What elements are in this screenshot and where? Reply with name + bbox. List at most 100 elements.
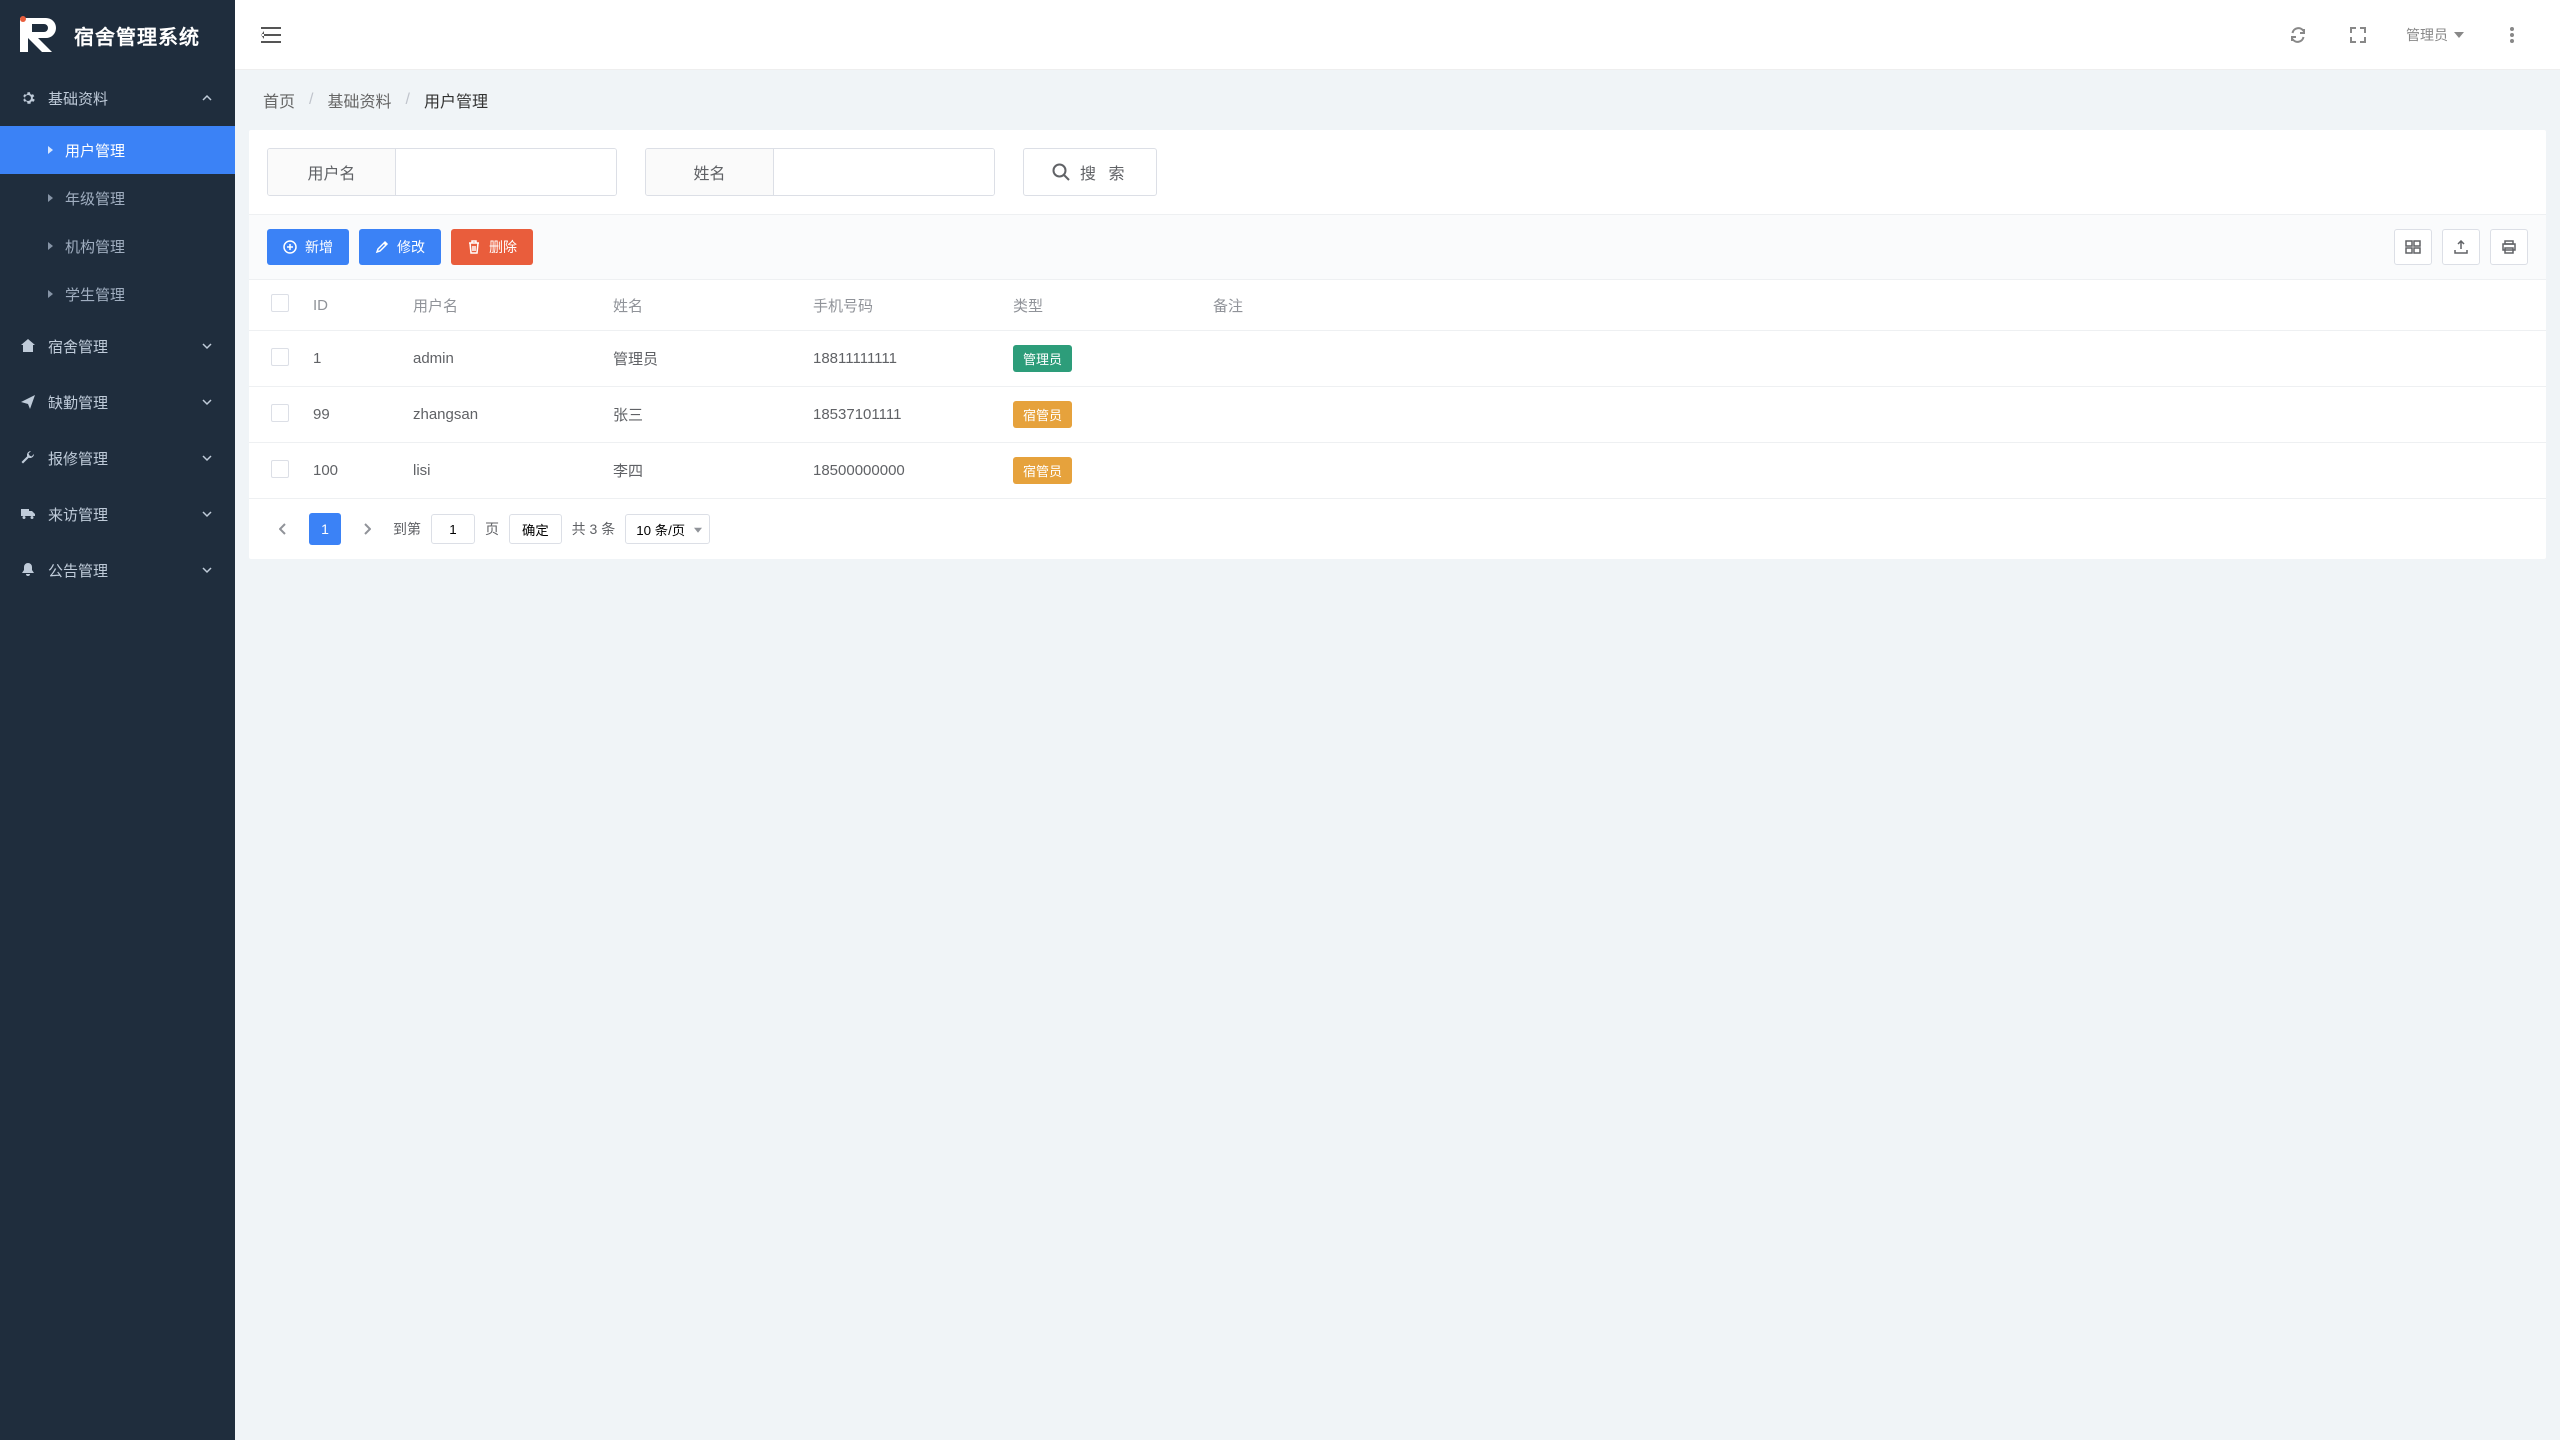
more-icon[interactable] — [2492, 15, 2532, 55]
select-all-checkbox[interactable] — [271, 294, 289, 312]
cell-phone: 18500000000 — [801, 443, 1001, 499]
refresh-icon[interactable] — [2278, 15, 2318, 55]
cell-name: 李四 — [601, 443, 801, 499]
username-input[interactable] — [396, 149, 616, 195]
cell-phone: 18811111111 — [801, 331, 1001, 387]
breadcrumb-home[interactable]: 首页 — [263, 88, 295, 112]
sidebar-item-label: 缺勤管理 — [48, 392, 108, 413]
page-size-select[interactable]: 10 条/页 — [625, 514, 710, 544]
edit-button[interactable]: 修改 — [359, 229, 441, 265]
sidebar-item-2[interactable]: 缺勤管理 — [0, 374, 235, 430]
sidebar-item-label: 机构管理 — [65, 236, 125, 257]
toolbar: 新增 修改 删除 — [249, 214, 2546, 280]
cell-name: 管理员 — [601, 331, 801, 387]
chevron-down-icon — [2454, 32, 2464, 38]
sidebar-item-label: 用户管理 — [65, 140, 125, 161]
sidebar-item-0[interactable]: 基础资料 — [0, 70, 235, 126]
goto-prefix: 到第 — [393, 519, 421, 539]
goto-input[interactable] — [431, 514, 475, 544]
cell-remark — [1201, 387, 2546, 443]
user-dropdown[interactable]: 管理员 — [2398, 25, 2472, 45]
chevron-icon — [201, 507, 215, 521]
cell-name: 张三 — [601, 387, 801, 443]
row-checkbox[interactable] — [271, 404, 289, 422]
content-panel: 用户名 姓名 搜 索 新增 — [249, 130, 2546, 559]
cell-type: 宿管员 — [1001, 443, 1201, 499]
truck-icon — [20, 506, 36, 522]
cell-type: 宿管员 — [1001, 387, 1201, 443]
cell-id: 100 — [301, 443, 401, 499]
fullscreen-icon[interactable] — [2338, 15, 2378, 55]
delete-label: 删除 — [489, 237, 517, 257]
cell-username: admin — [401, 331, 601, 387]
caret-icon — [48, 242, 53, 250]
sidebar-item-label: 宿舍管理 — [48, 336, 108, 357]
user-label: 管理员 — [2406, 25, 2448, 45]
toggle-sidebar-button[interactable] — [255, 19, 287, 51]
sidebar-item-3[interactable]: 报修管理 — [0, 430, 235, 486]
delete-button[interactable]: 删除 — [451, 229, 533, 265]
type-badge: 宿管员 — [1013, 457, 1072, 484]
print-button[interactable] — [2490, 229, 2528, 265]
table-row[interactable]: 1admin管理员18811111111管理员 — [249, 331, 2546, 387]
topbar: 管理员 — [235, 0, 2560, 70]
col-name[interactable]: 姓名 — [601, 280, 801, 331]
sidebar-subitem-0-0[interactable]: 用户管理 — [0, 126, 235, 174]
sidebar-item-5[interactable]: 公告管理 — [0, 542, 235, 598]
app-title: 宿舍管理系统 — [74, 21, 200, 50]
sidebar: 宿舍管理系统 基础资料用户管理年级管理机构管理学生管理宿舍管理缺勤管理报修管理来… — [0, 0, 235, 1440]
chevron-icon — [201, 91, 215, 105]
col-phone[interactable]: 手机号码 — [801, 280, 1001, 331]
goto-suffix: 页 — [485, 519, 499, 539]
name-field-wrap: 姓名 — [645, 148, 995, 196]
add-button[interactable]: 新增 — [267, 229, 349, 265]
name-input[interactable] — [774, 149, 994, 195]
caret-icon — [48, 290, 53, 298]
search-button-label: 搜 索 — [1080, 160, 1128, 184]
row-checkbox[interactable] — [271, 460, 289, 478]
pencil-icon — [375, 240, 389, 254]
columns-button[interactable] — [2394, 229, 2432, 265]
table-row[interactable]: 100lisi李四18500000000 宿管员 — [249, 443, 2546, 499]
sidebar-subitem-0-1[interactable]: 年级管理 — [0, 174, 235, 222]
wrench-icon — [20, 450, 36, 466]
username-field-wrap: 用户名 — [267, 148, 617, 196]
chevron-icon — [201, 339, 215, 353]
goto-confirm-button[interactable]: 确定 — [509, 514, 562, 544]
row-checkbox[interactable] — [271, 348, 289, 366]
sidebar-item-label: 年级管理 — [65, 188, 125, 209]
next-page-button[interactable] — [351, 513, 383, 545]
sidebar-item-1[interactable]: 宿舍管理 — [0, 318, 235, 374]
cell-username: lisi — [401, 443, 601, 499]
total-label: 共 3 条 — [572, 519, 616, 539]
sidebar-item-label: 学生管理 — [65, 284, 125, 305]
breadcrumb-section[interactable]: 基础资料 — [327, 88, 391, 112]
cell-phone: 18537101111 — [801, 387, 1001, 443]
export-icon — [2453, 240, 2469, 254]
col-id[interactable]: ID — [301, 280, 401, 331]
sidebar-subitem-0-3[interactable]: 学生管理 — [0, 270, 235, 318]
col-username[interactable]: 用户名 — [401, 280, 601, 331]
cell-username: zhangsan — [401, 387, 601, 443]
sidebar-item-4[interactable]: 来访管理 — [0, 486, 235, 542]
breadcrumb: 首页 / 基础资料 / 用户管理 — [235, 70, 2560, 130]
search-button[interactable]: 搜 索 — [1023, 148, 1157, 196]
col-remark[interactable]: 备注 — [1201, 280, 2546, 331]
prev-page-button[interactable] — [267, 513, 299, 545]
type-badge: 宿管员 — [1013, 401, 1072, 428]
sidebar-item-label: 基础资料 — [48, 88, 108, 109]
cell-remark — [1201, 443, 2546, 499]
search-row: 用户名 姓名 搜 索 — [249, 148, 2546, 214]
export-button[interactable] — [2442, 229, 2480, 265]
sidebar-item-label: 公告管理 — [48, 560, 108, 581]
col-type[interactable]: 类型 — [1001, 280, 1201, 331]
breadcrumb-current: 用户管理 — [424, 88, 488, 112]
cell-type: 管理员 — [1001, 331, 1201, 387]
chevron-icon — [201, 395, 215, 409]
user-table: ID 用户名 姓名 手机号码 类型 备注 1admin管理员1881111111… — [249, 280, 2546, 499]
page-1-button[interactable]: 1 — [309, 513, 341, 545]
table-row[interactable]: 99zhangsan张三18537101111宿管员 — [249, 387, 2546, 443]
sidebar-subitem-0-2[interactable]: 机构管理 — [0, 222, 235, 270]
caret-icon — [48, 146, 53, 154]
caret-icon — [48, 194, 53, 202]
